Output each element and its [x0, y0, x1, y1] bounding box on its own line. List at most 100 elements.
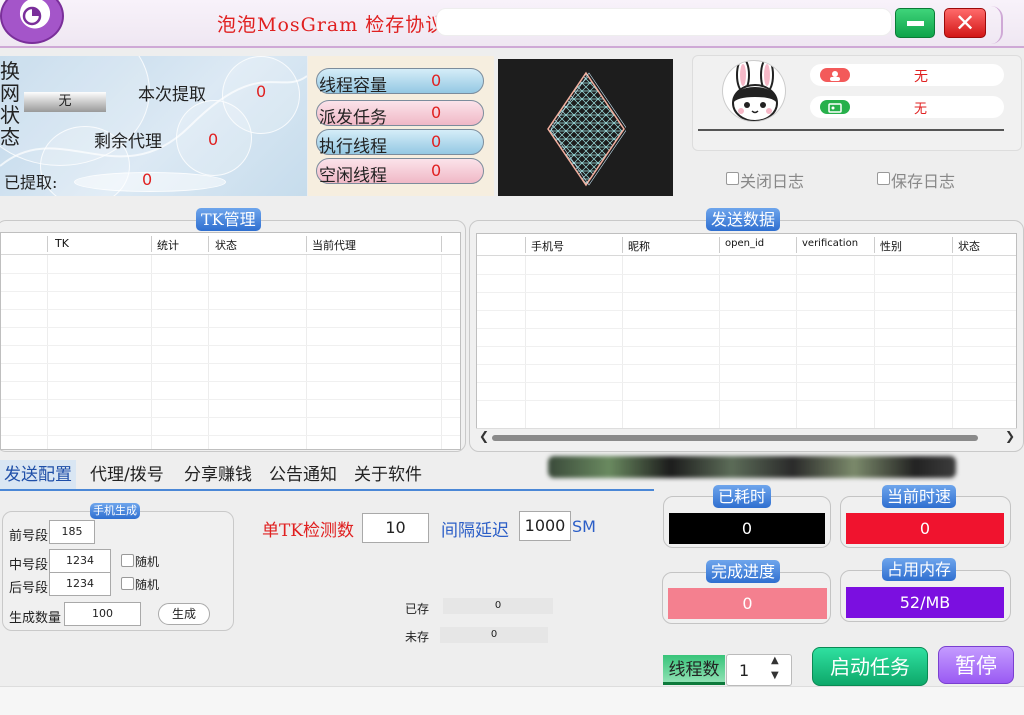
grid-line [525, 256, 526, 428]
title-input-field[interactable] [436, 8, 892, 36]
grid-line [151, 255, 152, 449]
diamond-mesh-icon [547, 71, 626, 187]
scroll-right-icon[interactable]: ❯ [1005, 429, 1015, 443]
horizontal-scrollbar[interactable]: ❮ ❯ [476, 428, 1017, 446]
send-col-status[interactable]: 状态 [958, 238, 980, 254]
close-log-checkbox[interactable] [726, 172, 739, 185]
tk-col-tk[interactable]: TK [55, 237, 69, 250]
stepper-down-icon[interactable]: ▼ [771, 670, 779, 681]
grid-line [874, 256, 875, 428]
send-col-gender[interactable]: 性别 [880, 238, 902, 254]
grid-line [1, 291, 460, 292]
middle-input[interactable]: 1234 [49, 549, 111, 573]
close-button[interactable]: ✕ [944, 8, 986, 38]
blurred-marquee [548, 456, 956, 478]
user-name-value: 无 [914, 69, 928, 85]
tab-proxy-dial[interactable]: 代理/拨号 [86, 460, 168, 490]
column-separator [622, 237, 623, 253]
delay-unit: SM [572, 517, 596, 536]
grid-line [796, 256, 797, 428]
tk-table[interactable]: TK 统计 状态 当前代理 [0, 232, 461, 450]
thread-count-stepper[interactable]: 1 ▲ ▼ [726, 654, 792, 686]
tab-announcements[interactable]: 公告通知 [265, 460, 341, 490]
grid-line [477, 328, 1016, 329]
middle-random-checkbox[interactable] [121, 554, 134, 567]
current-extract-value: 0 [256, 82, 267, 101]
send-table-header: 手机号 昵称 open_id verification 性别 状态 [477, 234, 1016, 256]
speed-value: 0 [846, 513, 1004, 544]
user-divider [698, 129, 1004, 131]
tab-send-config[interactable]: 发送配置 [0, 460, 76, 490]
running-thread-label: 执行线程 [319, 137, 387, 157]
send-col-phone[interactable]: 手机号 [531, 238, 564, 254]
tk-management-title: TK管理 [196, 208, 261, 231]
running-thread-value: 0 [431, 132, 442, 151]
grid-line [477, 382, 1016, 383]
start-task-button[interactable]: 启动任务 [812, 647, 928, 686]
minimize-button[interactable] [895, 8, 935, 38]
tab-underline [0, 489, 654, 491]
pause-button[interactable]: 暂停 [938, 646, 1014, 684]
avatar[interactable] [722, 60, 786, 122]
thread-capacity-pill: 线程容量 0 [316, 68, 484, 96]
exist-label: 已存 [405, 602, 430, 616]
grid-line [1, 399, 460, 400]
dispatch-task-value: 0 [431, 103, 442, 122]
generate-count-label: 生成数量 [9, 611, 62, 626]
grid-line [47, 255, 48, 449]
user-id-value: 无 [914, 102, 928, 117]
phone-generation-title: 手机生成 [90, 503, 140, 519]
elapsed-value: 0 [669, 513, 825, 544]
switch-status-label: 换网状态 [0, 59, 20, 149]
grid-line [1, 273, 460, 274]
tab-about[interactable]: 关于软件 [350, 460, 426, 490]
generate-button[interactable]: 生成 [158, 603, 210, 625]
stepper-up-icon[interactable]: ▲ [771, 655, 779, 666]
grid-line [477, 292, 1016, 293]
column-separator [208, 236, 209, 252]
tab-share-earn[interactable]: 分享赚钱 [180, 460, 256, 490]
prefix-input[interactable]: 185 [49, 520, 95, 544]
running-thread-pill: 执行线程 0 [316, 129, 484, 157]
generate-count-input[interactable]: 100 [64, 602, 141, 626]
dispatch-task-pill: 派发任务 0 [316, 100, 484, 128]
column-separator [306, 236, 307, 252]
grid-line [306, 255, 307, 449]
scroll-left-icon[interactable]: ❮ [479, 429, 489, 443]
grid-line [1, 345, 460, 346]
progress-label: 完成进度 [706, 560, 781, 583]
tk-col-stats[interactable]: 统计 [157, 237, 179, 253]
tk-check-input[interactable]: 10 [362, 513, 429, 543]
grid-line [1, 327, 460, 328]
grid-line [477, 310, 1016, 311]
column-separator [525, 237, 526, 253]
send-col-openid[interactable]: open_id [725, 238, 764, 249]
middle-random-label: 随机 [135, 555, 160, 569]
grid-line [208, 255, 209, 449]
thread-capacity-label: 线程容量 [319, 76, 387, 96]
grid-line [477, 400, 1016, 401]
send-data-table[interactable]: 手机号 昵称 open_id verification 性别 状态 [476, 233, 1017, 429]
column-separator [874, 237, 875, 253]
suffix-label: 后号段 [9, 581, 49, 596]
save-log-checkbox[interactable] [877, 172, 890, 185]
idle-thread-label: 空闲线程 [319, 166, 387, 186]
not-exist-label: 未存 [405, 630, 430, 644]
user-id-row: 无 [810, 96, 1004, 118]
speed-label: 当前时速 [882, 485, 957, 508]
grid-line [719, 256, 720, 428]
column-separator [952, 237, 953, 253]
tk-col-status[interactable]: 状态 [215, 237, 237, 253]
memory-value: 52/MB [846, 587, 1004, 618]
suffix-random-checkbox[interactable] [121, 577, 134, 590]
thread-count-value: 1 [739, 661, 750, 680]
save-log-label: 保存日志 [891, 172, 956, 191]
tk-col-proxy[interactable]: 当前代理 [312, 237, 356, 253]
send-col-nickname[interactable]: 昵称 [628, 238, 650, 254]
delay-input[interactable]: 1000 [519, 511, 571, 541]
grid-line [477, 346, 1016, 347]
suffix-input[interactable]: 1234 [49, 572, 111, 596]
user-name-row: 无 [810, 64, 1004, 86]
scrollbar-thumb[interactable] [492, 435, 978, 441]
send-col-verification[interactable]: verification [802, 238, 872, 249]
